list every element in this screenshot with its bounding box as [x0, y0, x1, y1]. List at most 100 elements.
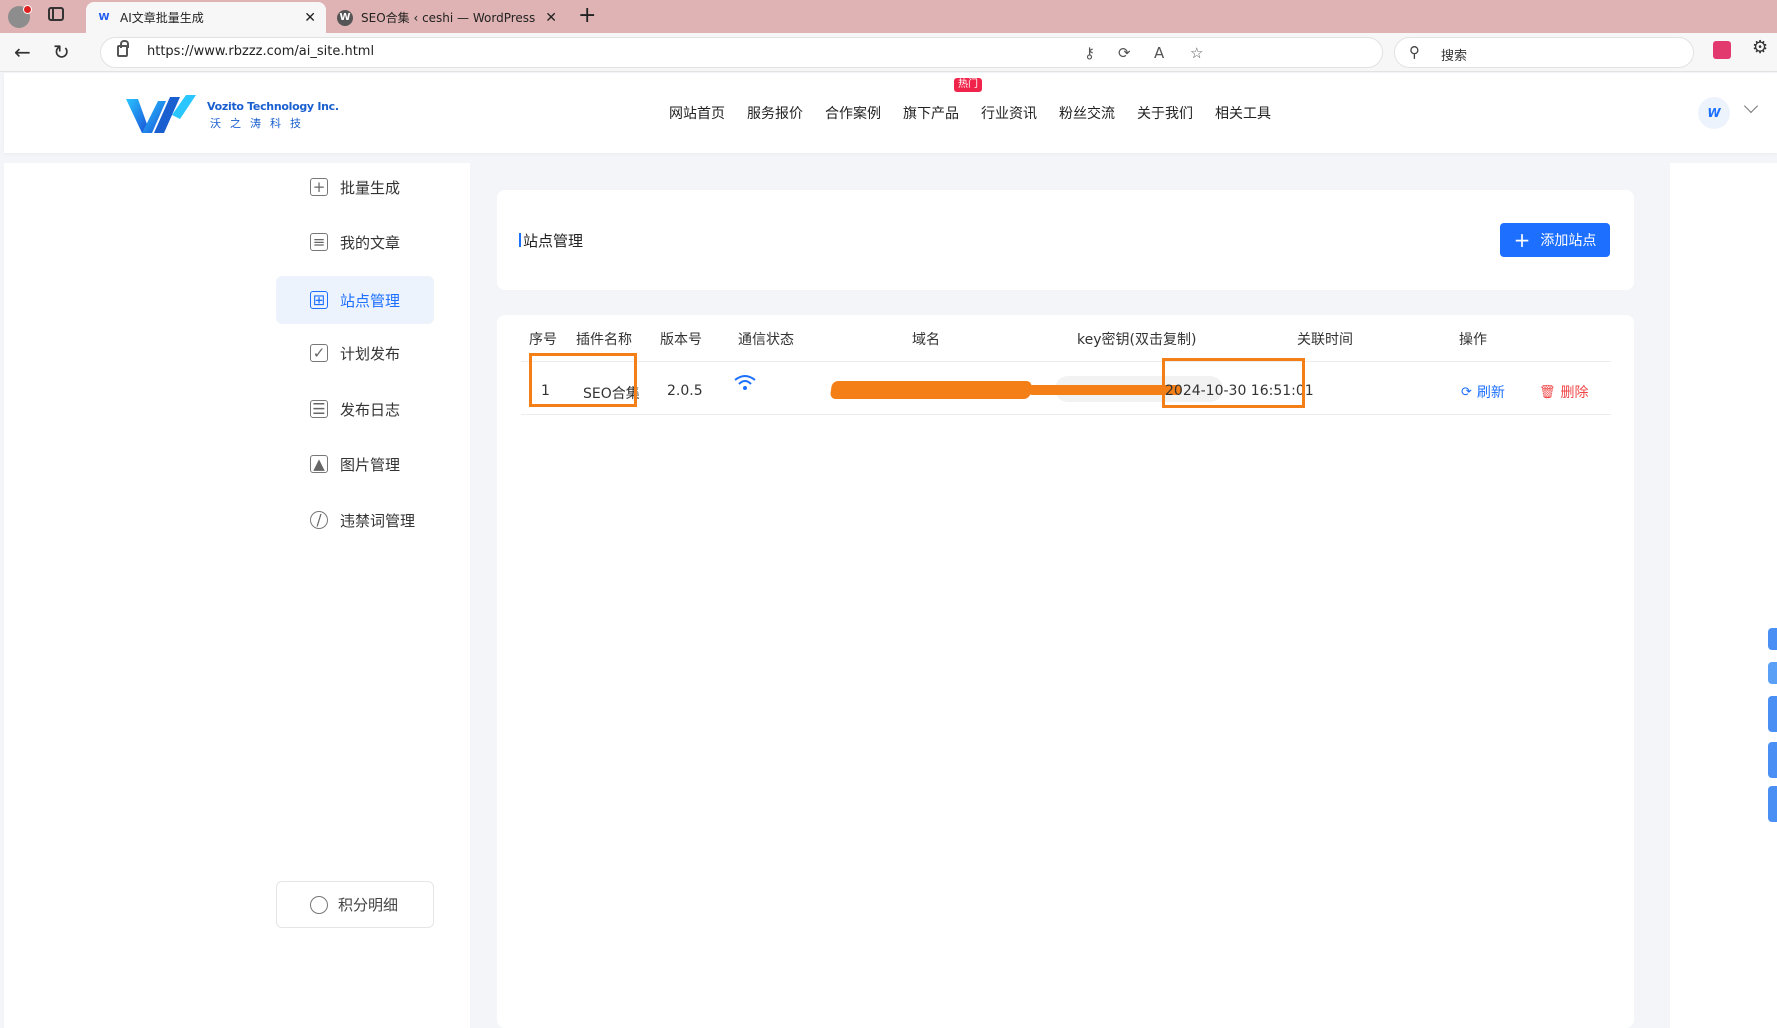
key-redaction — [1027, 385, 1182, 395]
sidebar-item-label: 图片管理 — [340, 455, 401, 474]
column-header-version: 版本号 — [660, 332, 702, 348]
chevron-down-icon[interactable] — [1743, 98, 1759, 114]
tab-title: SEO合集 ‹ ceshi — WordPress — [361, 11, 536, 25]
site-favicon-icon: W — [98, 12, 110, 23]
back-icon[interactable]: ← — [14, 40, 31, 64]
badge-icon — [310, 895, 328, 914]
nav-pricing[interactable]: 服务报价 — [747, 103, 803, 123]
close-tab-icon[interactable]: ✕ — [545, 10, 557, 26]
column-header-time: 关联时间 — [1297, 332, 1353, 348]
column-header-key: key密钥(双击复制) — [1077, 332, 1197, 348]
logo-icon[interactable] — [124, 93, 198, 137]
image-icon: ▲ — [310, 455, 328, 473]
sidebar-item-label: 违禁词管理 — [340, 511, 416, 530]
refresh-label: 刷新 — [1476, 385, 1505, 401]
header-divider — [521, 361, 1611, 362]
sidebar-item-batch-generate[interactable]: + 批量生成 — [276, 163, 434, 211]
key-icon[interactable]: ⚷ — [1084, 44, 1095, 62]
url-text[interactable]: https://www.rbzzz.com/ai_site.html — [147, 44, 374, 59]
float-widget[interactable] — [1768, 628, 1777, 650]
read-aloud-icon[interactable]: A — [1154, 44, 1164, 62]
sidebar-item-label: 批量生成 — [340, 178, 401, 197]
points-detail-label: 积分明细 — [338, 896, 399, 914]
profile-icon[interactable] — [8, 5, 32, 28]
refresh-button[interactable]: ⟳ 刷新 — [1461, 382, 1505, 402]
highlight-box — [1162, 358, 1305, 408]
lock-icon[interactable] — [117, 40, 129, 57]
right-gutter — [1670, 163, 1777, 1028]
main-nav: 网站首页 服务报价 合作案例 旗下产品 行业资讯 粉丝交流 关于我们 相关工具 — [669, 103, 1293, 123]
browser-search-bar[interactable]: ⚲ 搜索 — [1394, 37, 1694, 68]
add-site-button[interactable]: + 添加站点 — [1500, 223, 1610, 257]
column-header-domain: 域名 — [912, 332, 940, 348]
nav-products[interactable]: 旗下产品 — [903, 103, 959, 123]
document-icon: ≡ — [310, 233, 328, 251]
column-header-actions: 操作 — [1459, 332, 1487, 348]
tab-title: AI文章批量生成 — [120, 11, 204, 25]
sidebar-item-publish-log[interactable]: ☰ 发布日志 — [276, 385, 434, 433]
sidebar-item-banned-words[interactable]: / 违禁词管理 — [276, 496, 434, 544]
column-header-plugin: 插件名称 — [576, 332, 632, 348]
column-header-status: 通信状态 — [738, 332, 794, 348]
plus-icon: + — [1513, 228, 1531, 252]
hot-badge: 热门 — [954, 78, 982, 92]
column-header-index: 序号 — [529, 332, 557, 348]
site-header: Vozito Technology Inc. 沃之涛科技 网站首页 服务报价 合… — [4, 73, 1777, 153]
float-widget[interactable] — [1768, 742, 1777, 778]
plus-square-icon: + — [310, 178, 328, 196]
points-detail-button[interactable]: 积分明细 — [276, 881, 434, 928]
sidebar: + 批量生成 ≡ 我的文章 ⊞ 站点管理 ✓ 计划发布 ☰ 发布日志 ▲ 图片管… — [4, 163, 470, 1028]
logo-text-en: Vozito Technology Inc. — [207, 100, 339, 113]
new-tab-icon[interactable]: + — [578, 3, 596, 28]
sidebar-item-scheduled-publish[interactable]: ✓ 计划发布 — [276, 329, 434, 377]
browser-tab-active[interactable]: W AI文章批量生成 ✕ — [86, 2, 326, 33]
sidebar-item-label: 我的文章 — [340, 233, 401, 252]
settings-gear-icon[interactable]: ⚙ — [1752, 37, 1770, 58]
highlight-box — [529, 353, 637, 407]
add-site-label: 添加站点 — [1540, 233, 1597, 249]
refresh-page-icon[interactable]: ⟳ — [1118, 44, 1131, 62]
reload-icon[interactable]: ↻ — [53, 40, 70, 64]
log-list-icon: ☰ — [310, 400, 328, 418]
domain-redaction — [829, 381, 1033, 399]
logo-text-cn: 沃之涛科技 — [210, 117, 310, 130]
trash-icon: 🗑 — [1539, 384, 1556, 400]
nav-home[interactable]: 网站首页 — [669, 103, 725, 123]
prohibited-icon: / — [310, 511, 328, 529]
extension-icon[interactable] — [1713, 41, 1731, 59]
float-widget[interactable] — [1768, 662, 1777, 684]
wifi-icon — [734, 375, 756, 390]
address-bar[interactable]: https://www.rbzzz.com/ai_site.html ⚷ ⟳ A… — [100, 37, 1383, 68]
browser-tab-inactive[interactable]: W SEO合集 ‹ ceshi — WordPress ✕ — [327, 2, 567, 33]
calendar-check-icon: ✓ — [310, 344, 328, 362]
tab-actions-icon[interactable] — [48, 7, 64, 21]
sites-table: 序号 插件名称 版本号 通信状态 域名 key密钥(双击复制) 关联时间 操作 … — [497, 315, 1634, 1028]
favorite-star-icon[interactable]: ☆ — [1190, 44, 1203, 62]
row-divider — [521, 414, 1611, 415]
float-widget[interactable] — [1768, 696, 1777, 732]
delete-button[interactable]: 🗑 删除 — [1539, 382, 1589, 402]
delete-label: 删除 — [1560, 385, 1589, 401]
page-title: 站点管理 — [519, 230, 583, 251]
sidebar-item-my-articles[interactable]: ≡ 我的文章 — [276, 218, 434, 266]
avatar[interactable]: W — [1698, 97, 1730, 129]
cell-version: 2.0.5 — [667, 383, 703, 399]
close-tab-icon[interactable]: ✕ — [304, 10, 316, 26]
sidebar-item-label: 发布日志 — [340, 400, 401, 419]
float-widget[interactable] — [1768, 786, 1777, 822]
nav-news[interactable]: 行业资讯 — [981, 103, 1037, 123]
nav-tools[interactable]: 相关工具 — [1215, 103, 1271, 123]
nav-community[interactable]: 粉丝交流 — [1059, 103, 1115, 123]
refresh-icon: ⟳ — [1461, 384, 1472, 400]
search-placeholder: 搜索 — [1441, 49, 1468, 64]
sidebar-item-label: 计划发布 — [340, 344, 401, 363]
sidebar-item-site-management[interactable]: ⊞ 站点管理 — [276, 276, 434, 324]
nav-about[interactable]: 关于我们 — [1137, 103, 1193, 123]
page-header-card: 站点管理 + 添加站点 — [497, 190, 1634, 290]
browser-toolbar: ← ↻ https://www.rbzzz.com/ai_site.html ⚷… — [0, 33, 1777, 72]
browser-tabstrip: W AI文章批量生成 ✕ W SEO合集 ‹ ceshi — WordPress… — [0, 0, 1777, 33]
sidebar-item-label: 站点管理 — [340, 291, 401, 310]
nav-cases[interactable]: 合作案例 — [825, 103, 881, 123]
wordpress-favicon-icon: W — [337, 9, 353, 26]
sidebar-item-image-management[interactable]: ▲ 图片管理 — [276, 440, 434, 488]
